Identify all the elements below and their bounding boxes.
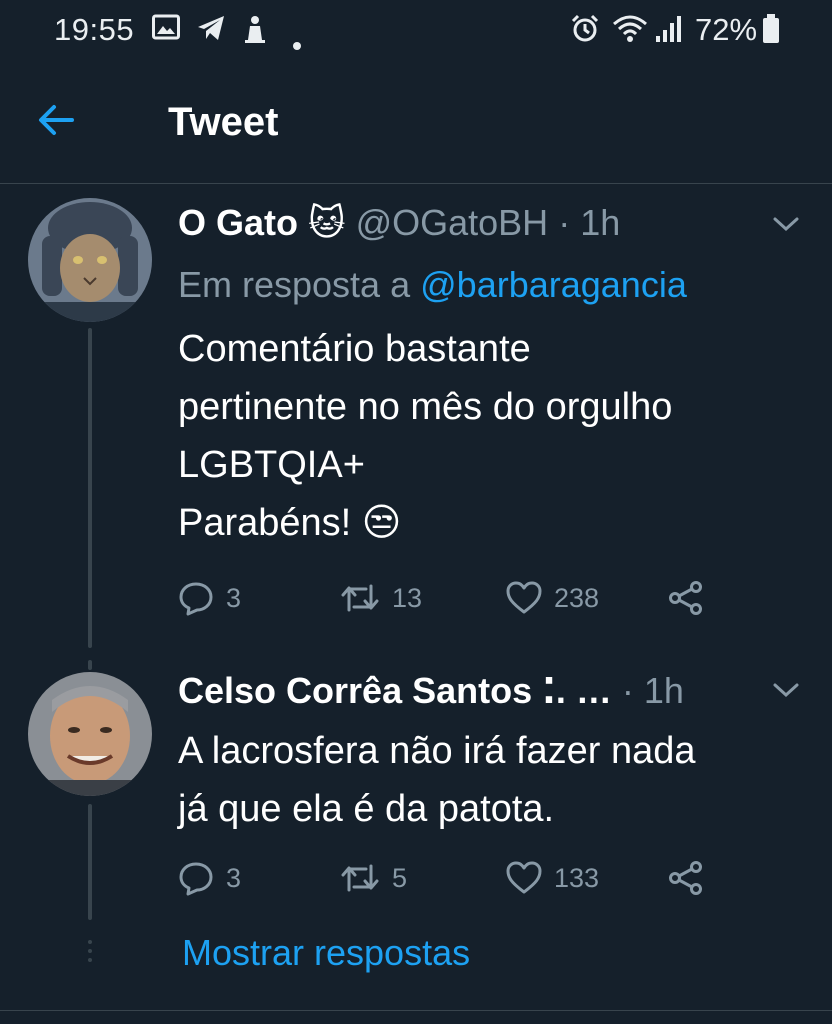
name-suffix: ⁚. …: [542, 670, 612, 711]
thread-line: [88, 328, 92, 648]
divider: [0, 1010, 832, 1011]
like-count: 238: [554, 582, 600, 613]
wifi-icon: [612, 14, 648, 51]
tweet-time: 1h: [580, 202, 621, 243]
heart-icon: [506, 581, 542, 614]
reply-count: 3: [226, 862, 242, 893]
like-button[interactable]: 238: [506, 576, 599, 620]
display-name[interactable]: O Gato: [178, 202, 298, 243]
battery-icon: [762, 14, 780, 51]
tweet-reply[interactable]: Celso Corrêa Santos ⁚. … · 1h A lacrosfe…: [0, 660, 832, 920]
tweet-text: Comentário bastante pertinente no mês do…: [178, 328, 673, 544]
telegram-icon: [196, 14, 226, 49]
reply-mention-link[interactable]: @barbaragancia: [420, 264, 687, 305]
tweet-actions: 3 5 133: [178, 856, 738, 900]
retweet-icon: [341, 584, 379, 612]
chevron-down-icon: [773, 683, 799, 698]
image-icon: [152, 14, 180, 47]
reply-button[interactable]: 3: [178, 856, 241, 900]
reply-icon: [179, 582, 213, 616]
thread-line: [88, 660, 92, 670]
display-name[interactable]: Celso Corrêa Santos: [178, 670, 532, 711]
heart-icon: [506, 861, 542, 894]
arrow-left-icon: [39, 105, 74, 135]
retweet-count: 5: [392, 862, 408, 893]
cat-emoji: 🐱: [308, 202, 346, 243]
share-icon: [669, 581, 702, 615]
separator: ·: [558, 202, 571, 243]
avatar-ogato[interactable]: [28, 198, 152, 322]
retweet-button[interactable]: 13: [340, 576, 422, 620]
reply-icon: [179, 862, 213, 896]
status-time: 19:55: [54, 12, 135, 47]
share-icon: [669, 861, 702, 895]
tweet-text: A lacrosfera não irá fazer nada já que e…: [178, 730, 696, 830]
chevron-down-icon: [773, 217, 799, 232]
reply-prefix: Em resposta a: [178, 264, 411, 305]
status-bar: 19:55 72%: [0, 0, 832, 64]
retweet-button[interactable]: 5: [340, 856, 407, 900]
page-title: Tweet: [168, 100, 279, 144]
like-count: 133: [554, 862, 600, 893]
share-button[interactable]: [668, 856, 704, 900]
tweet-menu-button[interactable]: [772, 214, 800, 234]
tweet-menu-button[interactable]: [772, 680, 800, 700]
user-handle: @OGatoBH: [355, 202, 549, 243]
separator: ·: [621, 670, 634, 711]
back-button[interactable]: [36, 100, 92, 148]
thread-continuation-dots: [88, 940, 92, 970]
share-button[interactable]: [668, 576, 704, 620]
thread-line: [88, 804, 92, 920]
retweet-count: 13: [392, 582, 423, 613]
tweet-time: 1h: [643, 670, 684, 711]
reply-button[interactable]: 3: [178, 576, 241, 620]
show-replies-link[interactable]: Mostrar respostas: [182, 932, 470, 974]
tweet-main[interactable]: O Gato 🐱 @OGatoBH · 1h Em resposta a @ba…: [0, 186, 832, 656]
like-button[interactable]: 133: [506, 856, 599, 900]
notification-icon: [242, 14, 268, 51]
header-bar: Tweet: [0, 64, 832, 184]
tweet-header: O Gato 🐱 @OGatoBH · 1h: [178, 202, 620, 244]
tweet-actions: 3 13 238: [178, 576, 738, 620]
retweet-icon: [341, 864, 379, 892]
avatar-celso[interactable]: [28, 672, 152, 796]
signal-icon: [655, 14, 683, 51]
reply-count: 3: [226, 582, 242, 613]
tweet-screen: 19:55 72% Tweet O Gato 🐱 @OGatoBH · 1h E…: [0, 0, 832, 1024]
alarm-icon: [570, 14, 600, 51]
dot-icon: [292, 26, 302, 58]
tweet-header: Celso Corrêa Santos ⁚. … · 1h: [178, 670, 684, 712]
battery-percent: 72%: [695, 12, 758, 47]
reply-to-line: Em resposta a @barbaragancia: [178, 264, 687, 306]
